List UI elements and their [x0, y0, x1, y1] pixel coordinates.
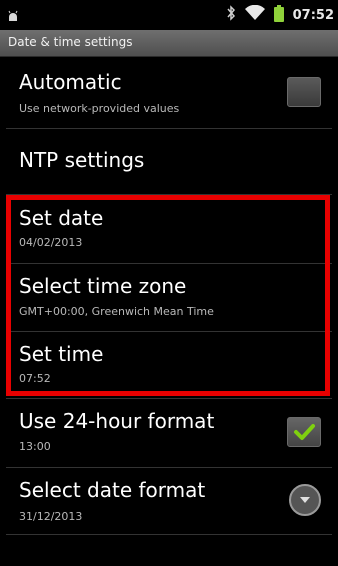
24-hour-format-setting[interactable]: Use 24-hour format 13:00	[0, 400, 338, 467]
date-format-summary: 31/12/2013	[19, 510, 83, 523]
battery-icon	[273, 4, 284, 26]
set-time-setting[interactable]: Set time 07:52	[0, 332, 338, 396]
page-title: Date & time settings	[8, 35, 133, 49]
automatic-setting[interactable]: Automatic Use network-provided values	[0, 60, 338, 128]
title-bar: Date & time settings	[0, 30, 338, 57]
check-icon	[294, 424, 315, 440]
time-zone-summary: GMT+00:00, Greenwich Mean Time	[19, 305, 214, 318]
24-hour-title: Use 24-hour format	[19, 409, 215, 433]
automatic-title: Automatic	[19, 70, 122, 94]
set-date-setting[interactable]: Set date 04/02/2013	[0, 197, 338, 263]
bluetooth-icon	[226, 5, 236, 25]
24-hour-checkbox[interactable]	[287, 417, 321, 447]
automatic-summary: Use network-provided values	[19, 102, 180, 115]
ntp-settings[interactable]: NTP settings	[0, 129, 338, 194]
set-time-title: Set time	[19, 342, 104, 366]
24-hour-summary: 13:00	[19, 440, 51, 453]
status-bar: 07:52	[0, 0, 338, 30]
date-format-dropdown[interactable]	[289, 484, 321, 516]
set-time-summary: 07:52	[19, 372, 51, 385]
set-date-title: Set date	[19, 206, 104, 230]
ntp-title: NTP settings	[19, 148, 145, 172]
divider	[6, 194, 332, 195]
status-time: 07:52	[292, 7, 334, 23]
divider	[6, 534, 332, 535]
android-debug-icon	[6, 8, 20, 22]
chevron-down-icon	[300, 497, 310, 503]
wifi-icon	[244, 4, 265, 25]
automatic-checkbox[interactable]	[287, 77, 321, 107]
date-format-setting[interactable]: Select date format 31/12/2013	[0, 468, 338, 534]
divider	[6, 398, 332, 399]
time-zone-setting[interactable]: Select time zone GMT+00:00, Greenwich Me…	[0, 264, 338, 331]
set-date-summary: 04/02/2013	[19, 236, 83, 249]
date-format-title: Select date format	[19, 478, 206, 502]
time-zone-title: Select time zone	[19, 274, 187, 298]
